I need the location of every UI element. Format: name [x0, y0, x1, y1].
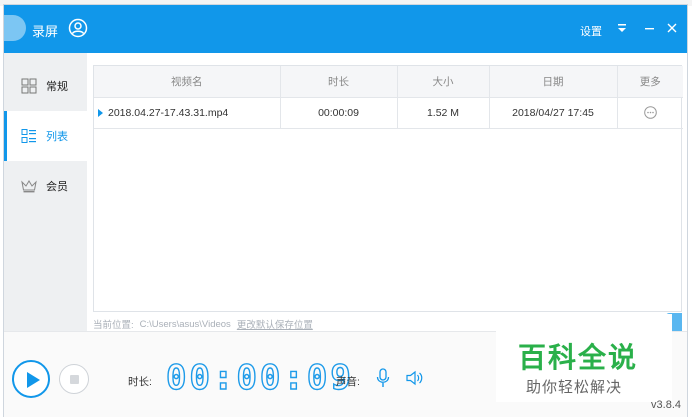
dropdown-menu-icon[interactable]	[616, 23, 628, 33]
list-icon	[21, 129, 36, 143]
crown-icon	[21, 180, 37, 193]
column-header-name[interactable]: 视频名	[94, 66, 281, 98]
video-more-cell	[617, 97, 683, 129]
timer-hours: 00	[165, 357, 213, 398]
more-options-icon[interactable]	[643, 106, 657, 119]
microphone-icon[interactable]	[376, 368, 390, 388]
save-location-path: C:\Users\asus\Videos	[139, 318, 231, 330]
video-size-cell: 1.52 M	[397, 97, 490, 129]
video-name-cell[interactable]: 2018.04.27-17.43.31.mp4	[94, 97, 281, 129]
window-title: 录屏	[32, 24, 59, 39]
sidebar: 常规 列表 会员	[4, 53, 87, 331]
column-header-date[interactable]: 日期	[489, 66, 618, 98]
recording-timer: 00:00:09	[165, 357, 354, 398]
recorder-window: 录屏 设置 常规 列表 会员 视频名 时长 大小 日期 更多 2018.04.2…	[3, 4, 688, 417]
table-row[interactable]: 2018.04.27-17.43.31.mp4 00:00:09 1.52 M …	[94, 97, 683, 129]
timer-colon: :	[283, 357, 307, 398]
sidebar-item-label: 会员	[46, 181, 68, 193]
sidebar-item-label: 常规	[46, 81, 68, 93]
play-triangle-icon[interactable]	[98, 108, 103, 117]
column-header-more: 更多	[617, 66, 683, 98]
column-header-size[interactable]: 大小	[397, 66, 490, 98]
user-icon[interactable]	[68, 18, 88, 38]
recorder-bar: 时长: 00:00:09 声音: 百科全说 助你轻松解决 v3.8.4	[4, 314, 687, 417]
video-list-panel: 视频名 时长 大小 日期 更多 2018.04.27-17.43.31.mp4 …	[93, 65, 683, 312]
sidebar-item-general[interactable]: 常规	[4, 61, 87, 111]
start-record-button[interactable]	[12, 360, 50, 398]
duration-label: 时长:	[128, 376, 152, 388]
timer-minutes: 00	[236, 357, 284, 398]
sound-label: 声音:	[336, 376, 360, 388]
watermark-subtitle: 助你轻松解决	[526, 379, 623, 396]
video-duration-cell: 00:00:09	[280, 97, 398, 129]
minimize-icon[interactable]	[644, 21, 656, 35]
back-arrow-icon[interactable]	[4, 15, 26, 41]
video-table: 视频名 时长 大小 日期 更多 2018.04.27-17.43.31.mp4 …	[94, 66, 683, 129]
table-header-row: 视频名 时长 大小 日期 更多	[94, 66, 683, 98]
sidebar-item-list[interactable]: 列表	[4, 111, 87, 161]
grid-icon	[21, 78, 37, 94]
stop-record-button[interactable]	[59, 364, 89, 394]
save-location-label: 当前位置:	[93, 320, 134, 331]
timer-colon: :	[212, 357, 237, 398]
title-bar: 录屏 设置	[4, 5, 687, 53]
sidebar-item-member[interactable]: 会员	[4, 161, 87, 211]
sidebar-item-label: 列表	[46, 131, 68, 143]
column-header-duration[interactable]: 时长	[280, 66, 398, 98]
stop-icon	[70, 375, 79, 384]
version-label: v3.8.4	[651, 399, 681, 411]
change-save-location-link[interactable]: 更改默认保存位置	[237, 317, 313, 331]
video-name: 2018.04.27-17.43.31.mp4	[108, 106, 229, 119]
speaker-icon[interactable]	[406, 370, 424, 386]
settings-button[interactable]: 设置	[580, 23, 602, 39]
watermark-logo: 百科全说 助你轻松解决	[496, 314, 672, 402]
close-icon[interactable]	[666, 21, 678, 35]
watermark-title: 百科全说	[518, 341, 639, 374]
play-icon	[27, 372, 40, 388]
video-date-cell: 2018/04/27 17:45	[489, 97, 618, 129]
